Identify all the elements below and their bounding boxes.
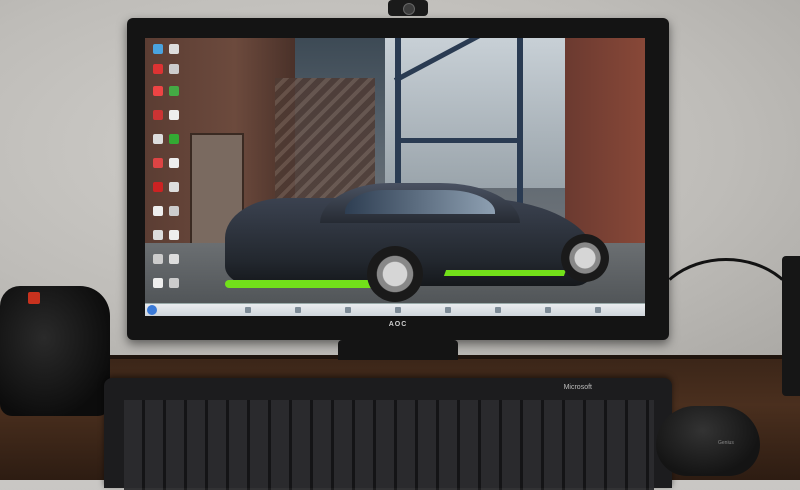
mouse[interactable]: Genius: [656, 406, 760, 476]
monitor: AOC: [127, 18, 669, 340]
desktop-icon[interactable]: [153, 206, 163, 216]
car-front-wheel: [367, 246, 423, 302]
wallpaper-sky: [385, 38, 565, 188]
keyboard-brand: Microsoft: [563, 384, 592, 391]
desktop-icon[interactable]: [153, 110, 163, 120]
desktop-icons: [149, 42, 224, 302]
wallpaper-girder: [395, 38, 401, 198]
desktop-icon[interactable]: [153, 86, 163, 96]
desktop-icon[interactable]: [153, 134, 163, 144]
desktop-icon[interactable]: [153, 254, 163, 264]
cable: [648, 258, 800, 384]
keyboard-keys[interactable]: [124, 400, 654, 490]
monitor-stand: [338, 340, 458, 360]
wallpaper-girder: [517, 38, 523, 208]
desktop-icon[interactable]: [169, 44, 179, 54]
start-button[interactable]: [147, 305, 157, 315]
taskbar-icon[interactable]: [495, 307, 501, 313]
car-window: [345, 190, 495, 214]
screen: [145, 38, 645, 316]
car-rear-wheel: [561, 234, 609, 282]
desktop-icon[interactable]: [169, 158, 179, 168]
webcam: [388, 0, 428, 16]
desktop-icon[interactable]: [153, 44, 163, 54]
wallpaper-girder: [401, 138, 521, 143]
taskbar-icon[interactable]: [445, 307, 451, 313]
desktop-icon[interactable]: [169, 206, 179, 216]
desktop-icon[interactable]: [169, 86, 179, 96]
desktop-icon[interactable]: [153, 230, 163, 240]
desktop-icon[interactable]: [153, 182, 163, 192]
taskbar-icon[interactable]: [545, 307, 551, 313]
car-green-trim: [443, 270, 567, 276]
desktop-icon[interactable]: [169, 254, 179, 264]
taskbar-icon[interactable]: [345, 307, 351, 313]
bag-red-tab: [28, 292, 40, 304]
taskbar-icon[interactable]: [595, 307, 601, 313]
webcam-lens-icon: [403, 3, 415, 15]
desktop-icon[interactable]: [169, 230, 179, 240]
black-bag: [0, 286, 110, 416]
taskbar: [145, 303, 645, 316]
taskbar-icon[interactable]: [395, 307, 401, 313]
desktop-icon[interactable]: [169, 64, 179, 74]
desktop-icon[interactable]: [153, 158, 163, 168]
desktop-icon[interactable]: [169, 182, 179, 192]
desktop-icon[interactable]: [169, 134, 179, 144]
desktop-icon[interactable]: [153, 64, 163, 74]
taskbar-icon[interactable]: [245, 307, 251, 313]
desktop-icon[interactable]: [169, 278, 179, 288]
wallpaper-building-right: [565, 38, 645, 248]
keyboard: Microsoft: [104, 378, 672, 490]
desktop-icon[interactable]: [169, 110, 179, 120]
monitor-brand: AOC: [388, 321, 408, 328]
mouse-brand: Genius: [718, 440, 734, 446]
car-green-trim: [225, 280, 375, 288]
taskbar-icon[interactable]: [295, 307, 301, 313]
desktop-icon[interactable]: [153, 278, 163, 288]
